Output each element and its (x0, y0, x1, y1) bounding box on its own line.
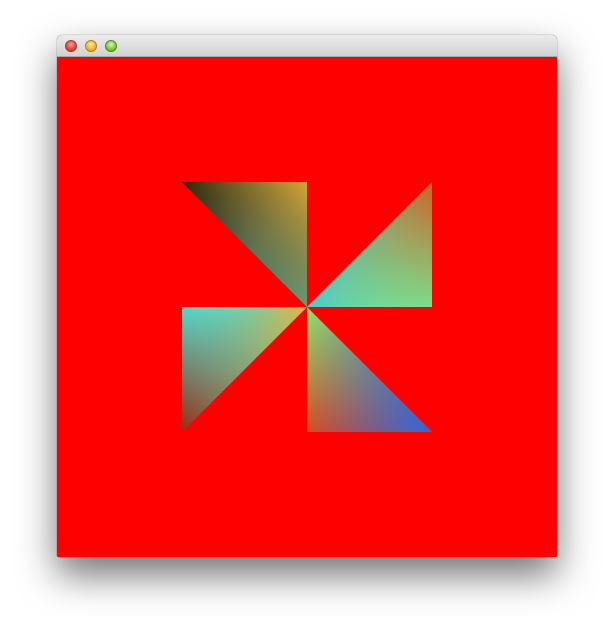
bottom-right-blade (307, 307, 432, 432)
app-window (57, 35, 557, 557)
bottom-left-blade (182, 307, 307, 432)
minimize-button[interactable] (85, 40, 97, 52)
close-button[interactable] (65, 40, 77, 52)
canvas-area (57, 57, 557, 557)
top-left-blade (182, 182, 307, 307)
top-right-blade (307, 182, 432, 307)
zoom-button[interactable] (105, 40, 117, 52)
pinwheel-graphic (182, 182, 432, 432)
window-titlebar[interactable] (57, 35, 557, 57)
